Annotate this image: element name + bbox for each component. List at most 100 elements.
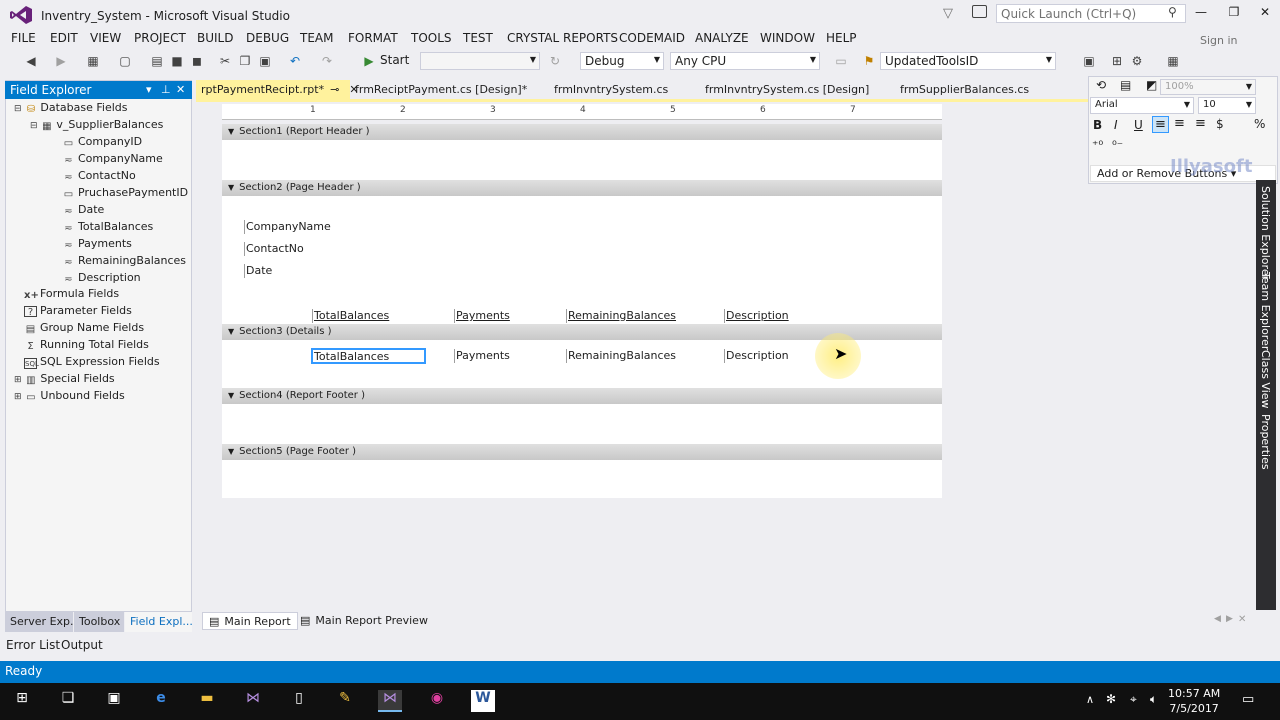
quick-launch-input[interactable]: Quick Launch (Ctrl+Q) [996,4,1186,23]
tab-frm-supplier-balances[interactable]: frmSupplierBalances.cs [895,80,1034,100]
align-right-icon[interactable]: ≡ [1195,116,1206,131]
tree-field[interactable]: ≂ CompanyName [62,151,163,167]
visual-studio-active-icon[interactable]: ⋈ [378,690,402,712]
tab-frm-recipt-payment-design[interactable]: frmReciptPayment.cs [Design]* [350,80,532,100]
tree-field[interactable]: ▭ CompanyID [62,134,142,150]
section-page-header[interactable]: ▼ Section2 (Page Header ) [222,180,942,196]
save-icon[interactable]: ■ [170,54,184,68]
tab-main-report[interactable]: ▤ Main Report [202,612,298,630]
menu-team[interactable]: TEAM [300,30,333,48]
section-report-footer[interactable]: ▼ Section4 (Report Footer ) [222,388,942,404]
file-explorer-icon[interactable]: ▬ [195,690,219,712]
tab-frm-invntry-system-design[interactable]: frmInvntrySystem.cs [Design] [700,80,874,100]
pin-icon[interactable]: ⊥ [161,83,171,96]
search-icon[interactable]: ⚲ [1168,5,1177,19]
word-icon[interactable]: W [471,690,495,712]
zoom-combo[interactable]: 100% ▼ [1160,79,1256,95]
paste-icon[interactable]: ▣ [258,54,272,68]
close-icon[interactable]: ✕ [1256,5,1274,21]
tree-field[interactable]: ≂ Date [62,202,104,218]
tree-field[interactable]: ≂ TotalBalances [62,219,153,235]
sql-tool-icon[interactable]: ✎ [333,690,357,712]
currency-icon[interactable]: $ [1216,117,1224,131]
menu-build[interactable]: BUILD [197,30,233,48]
tree-formula-fields[interactable]: x+Formula Fields [24,286,119,302]
open-file-icon[interactable]: ▤ [150,54,164,68]
header-label-payments[interactable]: Payments [454,309,554,323]
field-contact-no[interactable]: ContactNo [244,242,370,256]
tree-field[interactable]: ≂ RemainingBalances [62,253,186,269]
tab-team-explorer[interactable]: Team Explorer [1259,272,1272,350]
tab-error-list[interactable]: Error List [6,638,60,652]
align-center-icon[interactable]: ≡ [1174,116,1185,131]
section-report-header-body[interactable] [222,140,942,180]
decrease-decimals-icon[interactable]: ⁰⁻ [1112,138,1123,152]
sign-in-link[interactable]: Sign in [1200,34,1238,47]
task-view-icon[interactable]: ❏ [56,690,80,712]
menu-debug[interactable]: DEBUG [246,30,289,48]
tree-field[interactable]: ≂ ContactNo [62,168,135,184]
menu-help[interactable]: HELP [826,30,857,48]
close-panel-icon[interactable]: ✕ [176,83,185,96]
find-icon[interactable]: ⚑ [862,54,876,68]
increase-decimals-icon[interactable]: ⁺⁰ [1092,138,1103,152]
header-label-remaining-balances[interactable]: RemainingBalances [566,309,702,323]
cut-icon[interactable]: ✂ [218,54,232,68]
tree-running-total-fields[interactable]: Σ Running Total Fields [24,337,149,353]
start-button[interactable]: Start [380,53,409,67]
scroll-right-icon[interactable]: ▶ [1226,614,1233,624]
notification-filter-icon[interactable]: ▽ [943,6,953,21]
forward-icon[interactable]: ▶ [54,54,68,68]
add-item-icon[interactable]: ▢ [118,54,132,68]
section-report-footer-body[interactable] [222,404,942,444]
toggle-tree-icon[interactable]: ◩ [1146,78,1157,92]
align-left-icon[interactable]: ≡ [1152,116,1169,133]
detail-field-remaining-balances[interactable]: RemainingBalances [566,349,702,363]
back-icon[interactable]: ◀ [24,54,38,68]
section-page-header-body[interactable] [222,196,942,324]
section-page-footer-body[interactable] [222,460,942,498]
save-all-icon[interactable]: ◼ [190,54,204,68]
section-report-header[interactable]: ▼ Section1 (Report Header ) [222,124,942,140]
section-page-footer[interactable]: ▼ Section5 (Page Footer ) [222,444,942,460]
tab-class-view[interactable]: Class View [1259,350,1272,409]
redo-icon[interactable]: ↷ [320,54,334,68]
section-expert-icon[interactable]: ▦ [1166,54,1180,68]
maximize-icon[interactable]: ❐ [1225,5,1243,21]
new-project-icon[interactable]: ▦ [86,54,100,68]
find-combo[interactable]: UpdatedToolsID ▼ [880,52,1056,70]
refresh-icon[interactable]: ↻ [548,54,562,68]
tab-server-explorer[interactable]: Server Exp... [5,612,81,632]
close-view-icon[interactable]: ✕ [1238,614,1246,625]
tab-solution-explorer[interactable]: Solution Explorer [1259,186,1272,280]
configuration-combo[interactable]: Debug ▼ [580,52,664,70]
feedback-icon[interactable] [972,5,987,18]
insert-box-icon[interactable]: ⊞ [1110,54,1124,68]
font-size-combo[interactable]: 10 ▼ [1198,97,1256,114]
header-label-total-balances[interactable]: TotalBalances [312,309,424,323]
minimize-icon[interactable]: — [1192,5,1210,21]
dropdown-icon[interactable]: ▾ [146,83,152,96]
refresh-report-icon[interactable]: ⟲ [1096,78,1106,92]
media-app-icon[interactable]: ◉ [425,690,449,712]
network-icon[interactable]: ⌖ [1130,692,1137,707]
tree-group-name-fields[interactable]: ▤ Group Name Fields [24,320,144,336]
visual-studio-taskbar-icon[interactable]: ⋈ [241,690,265,712]
underline-button[interactable]: U [1134,118,1143,132]
field-date[interactable]: Date [244,264,310,278]
attach-icon[interactable]: ▭ [834,54,848,68]
menu-crystal-reports[interactable]: CRYSTAL REPORTS [507,30,618,48]
tree-field[interactable]: ≂ Description [62,270,140,286]
calculator-icon[interactable]: ▯ [287,690,311,712]
menu-file[interactable]: FILE [11,30,36,48]
font-combo[interactable]: Arial ▼ [1090,97,1194,114]
tab-properties[interactable]: Properties [1259,414,1272,470]
menu-edit[interactable]: EDIT [50,30,78,48]
menu-format[interactable]: FORMAT [348,30,398,48]
menu-window[interactable]: WINDOW [760,30,815,48]
tree-special-fields[interactable]: ⊞ ▥ Special Fields [14,371,115,387]
scroll-left-icon[interactable]: ◀ [1214,614,1221,624]
toolbar-options-icon[interactable]: ▣ [1082,54,1096,68]
field-company-name[interactable]: CompanyName [244,220,370,234]
volume-icon[interactable]: 🔈︎ [1150,692,1157,707]
